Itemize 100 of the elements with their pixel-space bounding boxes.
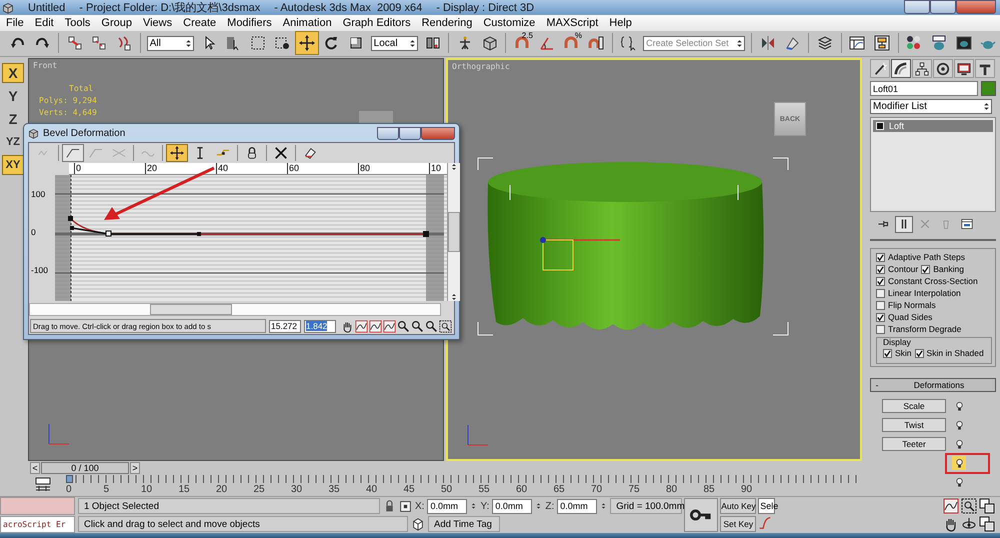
add-time-tag[interactable]: Add Time Tag <box>428 516 500 532</box>
zoom-icon[interactable] <box>425 320 438 332</box>
menu-item[interactable]: MAXScript <box>546 16 598 29</box>
panel-tab[interactable] <box>891 59 911 78</box>
checkbox[interactable] <box>883 348 892 358</box>
x-value-field[interactable]: 15.272 <box>269 320 301 332</box>
frame-number: 25 <box>252 484 266 496</box>
axis-constraint-button[interactable]: Z <box>2 109 24 130</box>
dropdown[interactable]: Local <box>370 36 418 51</box>
move-arrows-button[interactable] <box>295 31 319 56</box>
zoom-icon[interactable] <box>411 320 424 332</box>
menu-item[interactable]: Views <box>142 16 172 29</box>
name-field[interactable]: Loft01 <box>870 81 978 96</box>
zoom-region-icon[interactable] <box>439 320 452 332</box>
collapse-toggle[interactable]: - <box>871 380 883 390</box>
checkbox[interactable] <box>876 252 885 262</box>
rollout-header[interactable]: - Deformations <box>870 378 996 392</box>
scrollbar-thumb[interactable] <box>150 304 232 315</box>
coordinate-field[interactable]: 0.0mm <box>492 498 532 514</box>
zoom-region-icon[interactable] <box>961 498 977 514</box>
deformation-button[interactable]: Scale <box>882 399 946 414</box>
mini-curve-editor-icon[interactable] <box>34 477 52 494</box>
menu-item[interactable]: Graph Editors <box>342 16 411 29</box>
time-tag-icon[interactable] <box>411 517 425 532</box>
checkbox[interactable] <box>876 264 885 274</box>
y-value-field[interactable]: 1.842 <box>304 320 336 332</box>
close-button[interactable] <box>421 126 455 140</box>
transform-mode-icon[interactable] <box>399 500 412 513</box>
zoom-extents-icon[interactable] <box>369 320 382 332</box>
minimize-button[interactable] <box>377 126 399 140</box>
maximize-button[interactable] <box>930 0 956 14</box>
menu-item[interactable]: Group <box>101 16 132 29</box>
dropdown[interactable]: All <box>146 36 194 51</box>
key-filter-icon[interactable] <box>758 516 772 530</box>
menu-item[interactable]: Create <box>183 16 216 29</box>
panel-tab[interactable] <box>933 59 953 78</box>
checkbox[interactable] <box>914 348 924 358</box>
curve-button[interactable] <box>62 144 84 162</box>
script-listener-field[interactable] <box>0 497 75 515</box>
menu-item[interactable]: Edit <box>34 16 54 29</box>
deformation-button[interactable]: Twist <box>882 418 946 432</box>
viewport-icon[interactable] <box>979 498 995 514</box>
menu-item[interactable]: File <box>6 16 24 29</box>
minimize-button[interactable] <box>904 0 930 14</box>
stack-tool-button[interactable] <box>895 216 913 233</box>
menu-item[interactable]: Help <box>609 16 632 29</box>
close-button[interactable] <box>956 0 996 14</box>
magnet-button[interactable]: 2.5 <box>510 31 534 56</box>
crossed-curves-icon <box>112 146 126 160</box>
maximize-icon[interactable] <box>979 516 995 532</box>
next-frame-button[interactable]: > <box>130 462 140 474</box>
selection-dropdown[interactable]: Sele <box>758 498 776 514</box>
menu-item[interactable]: Tools <box>64 16 90 29</box>
axis-constraint-button[interactable]: XY <box>2 155 24 176</box>
axis-constraint-button[interactable]: Y <box>2 86 24 106</box>
set-keys-button[interactable] <box>684 498 718 532</box>
checkbox[interactable] <box>876 300 885 310</box>
panel-tab[interactable] <box>954 59 974 78</box>
modifier-list-dropdown[interactable]: Modifier List <box>870 99 992 114</box>
zoom-extents-icon[interactable] <box>355 320 368 332</box>
horizontal-scrollbar[interactable] <box>29 303 441 316</box>
zoom-icon[interactable] <box>397 320 410 332</box>
curve-graph[interactable] <box>54 175 447 301</box>
lightbulb-toggle[interactable] <box>952 456 966 470</box>
checkbox[interactable] <box>876 312 885 322</box>
checkbox[interactable] <box>921 264 930 274</box>
menu-item[interactable]: Customize <box>483 16 536 29</box>
menu-item[interactable]: Animation <box>282 16 332 29</box>
time-slider-thumb[interactable]: 0 / 100 <box>41 462 129 474</box>
extents-icon[interactable] <box>943 498 959 514</box>
panel-tab[interactable] <box>870 59 890 78</box>
menu-item[interactable]: Modifiers <box>227 16 272 29</box>
coordinate-field[interactable]: 0.0mm <box>427 498 468 514</box>
checkbox[interactable] <box>876 276 885 286</box>
auto-key-button[interactable]: Auto Key <box>720 498 756 514</box>
color-swatch[interactable] <box>981 81 996 96</box>
panel-tab[interactable] <box>912 59 932 78</box>
magnet-button[interactable]: % <box>559 31 583 56</box>
scrollbar-thumb[interactable] <box>448 212 460 252</box>
hand-icon[interactable] <box>341 320 354 332</box>
zoom-extents-icon[interactable] <box>383 320 396 332</box>
dropdown[interactable]: Create Selection Set <box>643 36 746 51</box>
vertical-scrollbar[interactable] <box>447 163 460 301</box>
axis-constraint-button[interactable]: YZ <box>2 132 24 152</box>
move-arrows-button[interactable] <box>166 144 188 162</box>
deformation-button[interactable]: Teeter <box>882 437 946 452</box>
previous-frame-button[interactable]: < <box>30 462 40 474</box>
deformation-curve[interactable] <box>68 216 429 237</box>
set-key-button[interactable]: Set Key <box>720 516 756 532</box>
menu-item[interactable]: Rendering <box>422 16 472 29</box>
current-frame-marker[interactable] <box>66 475 73 484</box>
script-listener-text[interactable]: acroScript Er <box>0 516 75 534</box>
checkbox[interactable] <box>876 288 885 298</box>
maximize-button[interactable] <box>399 126 421 140</box>
panel-tab[interactable] <box>975 59 995 78</box>
stats-text: Verts: 4,649 <box>39 107 97 120</box>
stack-item[interactable]: Loft <box>873 120 993 132</box>
checkbox[interactable] <box>876 324 885 334</box>
axis-constraint-button[interactable]: X <box>2 63 24 84</box>
coordinate-field[interactable]: 0.0mm <box>557 498 598 514</box>
